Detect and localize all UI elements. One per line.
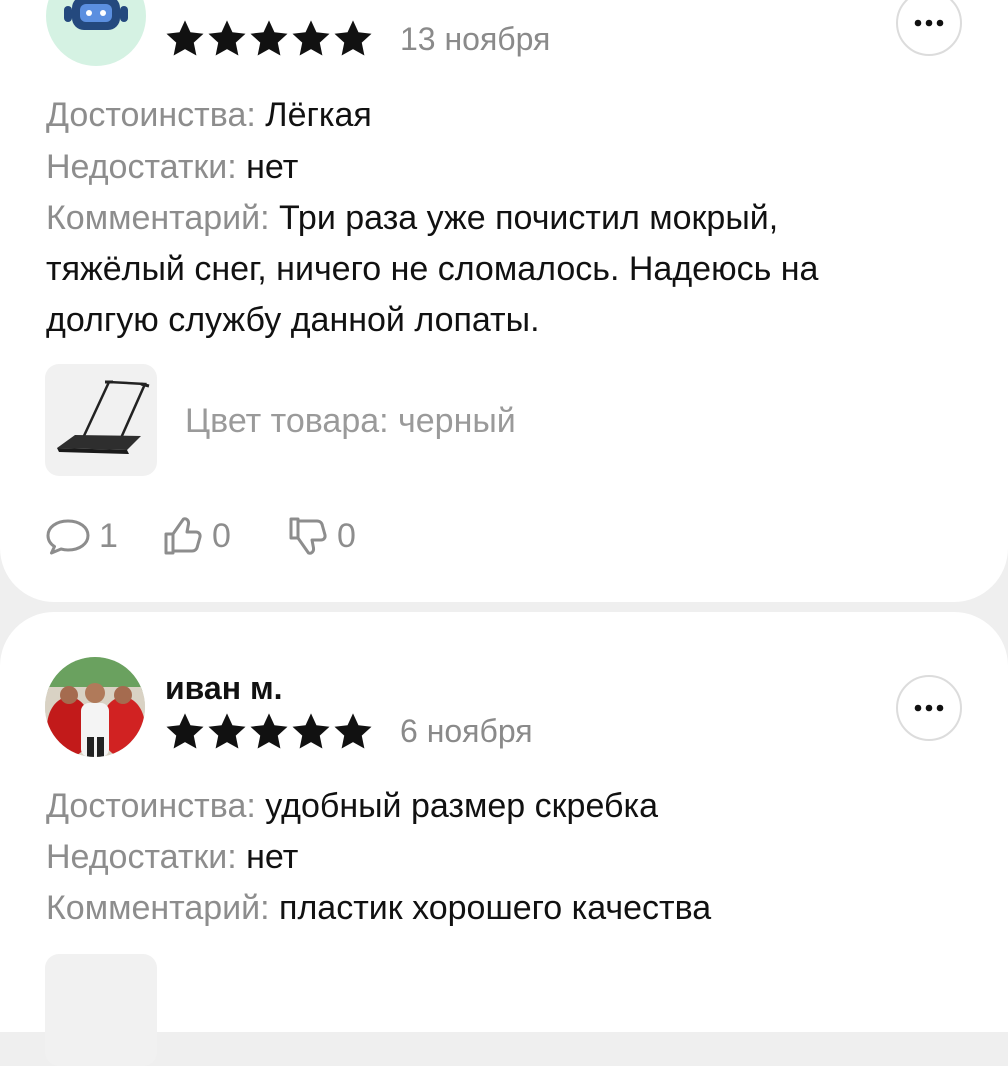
rating-stars bbox=[165, 19, 373, 57]
like-button[interactable]: 0 bbox=[162, 515, 231, 557]
thumbs-down-icon bbox=[289, 517, 327, 555]
review-date: 13 ноября bbox=[400, 21, 551, 57]
cons-label: Недостатки: bbox=[46, 148, 237, 186]
product-thumbnail[interactable] bbox=[45, 364, 157, 476]
star-icon bbox=[208, 713, 246, 749]
comment-line: долгую службу данной лопаты. bbox=[46, 301, 540, 339]
comment-bubble-icon bbox=[46, 519, 90, 554]
pros-line: Достоинства: удобный размер скребка bbox=[46, 780, 658, 832]
review-date: 6 ноября bbox=[400, 713, 533, 749]
dislikes-count: 0 bbox=[337, 516, 356, 555]
cons-line: Недостатки: нет bbox=[46, 141, 298, 193]
comment-line: Комментарий: пластик хорошего качества bbox=[46, 882, 711, 934]
cons-text: нет bbox=[246, 838, 299, 876]
likes-count: 0 bbox=[212, 516, 231, 555]
more-horizontal-icon bbox=[914, 704, 944, 712]
product-thumbnail[interactable] bbox=[45, 954, 157, 1066]
star-icon bbox=[292, 713, 330, 749]
comments-count: 1 bbox=[99, 517, 118, 555]
comment-text: Три раза уже почистил мокрый, bbox=[279, 199, 779, 237]
star-icon bbox=[250, 20, 288, 56]
star-icon bbox=[166, 20, 204, 56]
star-icon bbox=[250, 713, 288, 749]
star-icon bbox=[334, 20, 372, 56]
comment-label: Комментарий: bbox=[46, 199, 270, 237]
author-name[interactable]: иван м. bbox=[165, 670, 283, 707]
pros-label: Достоинства: bbox=[46, 96, 256, 134]
avatar[interactable] bbox=[46, 0, 146, 66]
avatar[interactable] bbox=[45, 657, 145, 757]
star-icon bbox=[292, 20, 330, 56]
pros-label: Достоинства: bbox=[46, 787, 256, 825]
pros-text: удобный размер скребка bbox=[265, 787, 658, 825]
comments-button[interactable]: 1 bbox=[45, 517, 118, 556]
more-horizontal-icon bbox=[914, 19, 944, 27]
review-card: 13 ноября Достоинства: Лёгкая Недостатки… bbox=[0, 0, 1008, 602]
dislike-button[interactable]: 0 bbox=[287, 515, 356, 557]
product-variant: Цвет товара: черный bbox=[185, 402, 516, 440]
thumbs-up-icon bbox=[164, 517, 202, 555]
star-icon bbox=[208, 20, 246, 56]
cons-text: нет bbox=[246, 148, 299, 186]
pros-text: Лёгкая bbox=[265, 96, 372, 134]
comment-line: тяжёлый снег, ничего не сломалось. Надею… bbox=[46, 250, 819, 288]
rating-stars bbox=[165, 712, 373, 750]
more-options-button[interactable] bbox=[896, 0, 962, 56]
star-icon bbox=[166, 713, 204, 749]
more-options-button[interactable] bbox=[896, 675, 962, 741]
cons-label: Недостатки: bbox=[46, 838, 237, 876]
review-card: иван м. 6 ноября Достоинства: удобный ра… bbox=[0, 612, 1008, 1066]
pros-line: Достоинства: Лёгкая bbox=[46, 89, 372, 141]
cons-line: Недостатки: нет bbox=[46, 831, 298, 883]
comment-line: Комментарий: Три раза уже почистил мокры… bbox=[46, 192, 778, 244]
comment-label: Комментарий: bbox=[46, 889, 270, 927]
star-icon bbox=[334, 713, 372, 749]
comment-text: пластик хорошего качества bbox=[279, 889, 712, 927]
